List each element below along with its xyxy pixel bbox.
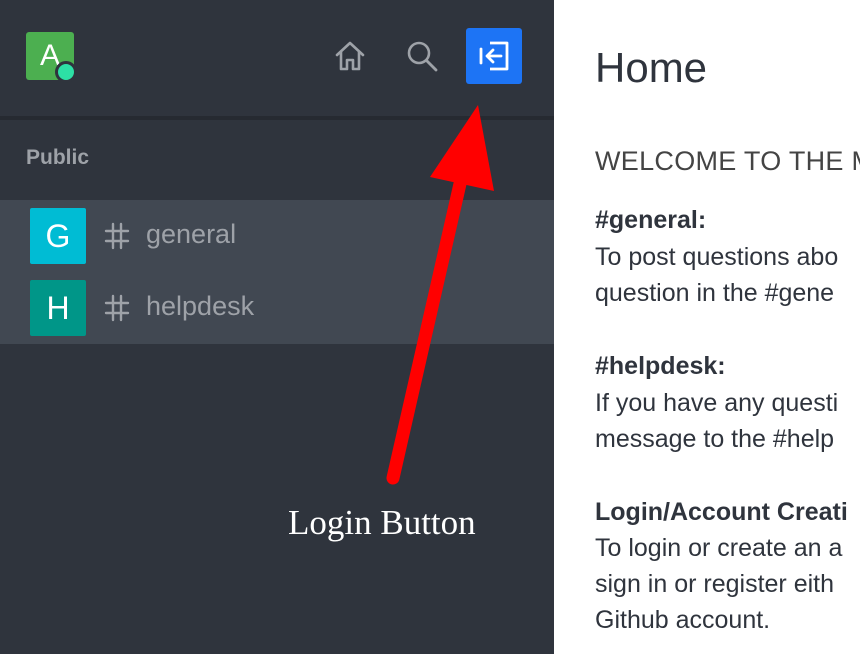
- main-content: Home WELCOME TO THE M #general: To post …: [554, 0, 860, 654]
- channel-avatar: G: [30, 208, 86, 264]
- channel-name: helpdesk: [146, 291, 255, 321]
- general-section-title: #general:: [595, 206, 707, 234]
- login-section-title: Login/Account Creati: [595, 498, 848, 526]
- login-section-text: sign in or register eith: [595, 570, 835, 598]
- login-icon: [479, 41, 509, 71]
- section-title-public: Public: [26, 146, 90, 169]
- search-button[interactable]: [402, 34, 442, 78]
- sidebar-header: A: [0, 0, 554, 120]
- general-section-text: To post questions abo: [595, 243, 839, 271]
- welcome-heading: WELCOME TO THE M: [595, 146, 860, 176]
- helpdesk-section-text: message to the #help: [595, 425, 835, 453]
- annotation-label: Login Button: [288, 503, 476, 542]
- hash-icon: [104, 222, 130, 250]
- page-title: Home: [595, 44, 708, 91]
- helpdesk-section-title: #helpdesk:: [595, 352, 726, 380]
- channel-avatar: H: [30, 280, 86, 336]
- login-section-text: Github account.: [595, 606, 771, 634]
- home-icon: [335, 41, 365, 71]
- login-section-text: To login or create an a: [595, 534, 843, 562]
- search-icon: [407, 41, 438, 72]
- channel-list: G general H helpdesk: [0, 200, 554, 344]
- sidebar: A Public G general H helpdesk Login Butt…: [0, 0, 554, 654]
- sidebar-item-helpdesk[interactable]: H helpdesk: [0, 272, 554, 344]
- helpdesk-section-text: If you have any questi: [595, 389, 839, 417]
- home-button[interactable]: [330, 34, 370, 78]
- login-button[interactable]: [466, 28, 522, 84]
- online-status-indicator: [55, 61, 77, 83]
- sidebar-item-general[interactable]: G general: [0, 200, 554, 272]
- hash-icon: [104, 294, 130, 322]
- general-section-text: question in the #gene: [595, 279, 835, 307]
- channel-name: general: [146, 219, 237, 249]
